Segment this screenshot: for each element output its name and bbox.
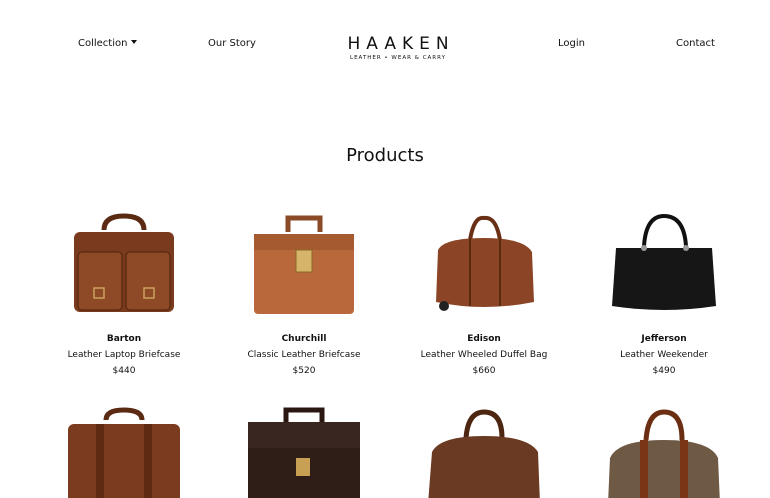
product-card-edison[interactable]: Edison Leather Wheeled Duffel Bag $660 [394, 210, 574, 376]
product-price: $660 [472, 366, 496, 376]
nav-login[interactable]: Login [558, 38, 585, 49]
product-image [612, 213, 716, 310]
product-name: Barton [106, 334, 142, 344]
product-card-row2-1[interactable] [34, 404, 214, 498]
nav-collection-label: Collection [78, 38, 128, 49]
nav-collection[interactable]: Collection [78, 38, 138, 49]
product-image [68, 407, 180, 498]
product-image [608, 409, 720, 498]
brand-name: HAAKEN [347, 34, 455, 54]
product-name: Jefferson [641, 334, 687, 344]
product-card-churchill[interactable]: Churchill Classic Leather Briefcase $520 [214, 210, 394, 376]
product-description: Classic Leather Briefcase [247, 350, 361, 360]
nav-our-story-label: Our Story [208, 38, 256, 49]
product-image [248, 407, 360, 498]
product-image [428, 409, 540, 498]
nav-our-story[interactable]: Our Story [208, 38, 256, 49]
product-name: Edison [467, 334, 501, 344]
product-card-barton[interactable]: Barton Leather Laptop Briefcase $440 [34, 210, 214, 376]
nav-contact-label: Contact [676, 38, 715, 49]
product-image [436, 215, 534, 311]
product-card-jefferson[interactable]: Jefferson Leather Weekender $490 [574, 210, 754, 376]
product-price: $440 [112, 366, 136, 376]
product-card-row2-4[interactable] [574, 404, 754, 498]
product-description: Leather Wheeled Duffel Bag [420, 350, 548, 360]
nav-contact[interactable]: Contact [676, 38, 715, 49]
product-card-row2-3[interactable] [394, 404, 574, 498]
product-card-row2-2[interactable] [214, 404, 394, 498]
product-image [254, 215, 354, 314]
product-name: Churchill [281, 334, 327, 344]
product-image [74, 213, 174, 312]
brand-tagline: LEATHER • WEAR & CARRY [350, 55, 446, 61]
product-price: $490 [652, 366, 676, 376]
brand-logo[interactable]: HAAKEN LEATHER • WEAR & CARRY [340, 34, 456, 61]
product-description: Leather Laptop Briefcase [67, 350, 181, 360]
page-title: Products [346, 145, 424, 166]
caret-down-icon [131, 40, 138, 44]
product-description: Leather Weekender [620, 350, 708, 360]
product-price: $520 [292, 366, 316, 376]
nav-login-label: Login [558, 38, 585, 49]
